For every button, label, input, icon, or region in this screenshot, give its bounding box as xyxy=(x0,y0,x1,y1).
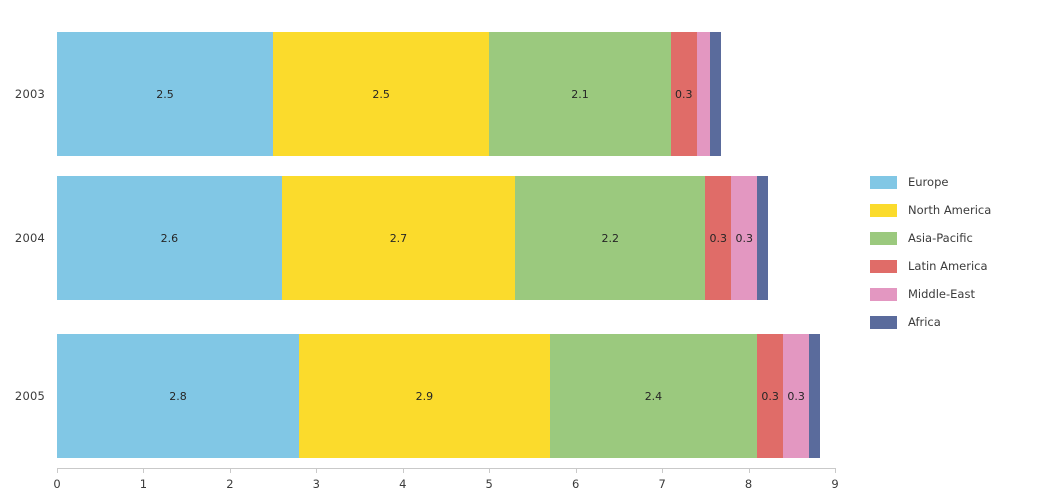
legend-item[interactable]: Asia-Pacific xyxy=(870,224,1050,252)
axis-tick-label: 3 xyxy=(312,477,320,491)
axis-tick xyxy=(748,468,750,473)
stacked-bar-chart: 2003 2.5 2.5 2.1 0.3 2004 2.6 2.7 2.2 0.3 0.3 2005 2… xyxy=(0,0,1056,500)
bar-segment[interactable] xyxy=(757,176,769,300)
bar-value-label: 2.7 xyxy=(389,231,408,245)
axis-tick-label: 0 xyxy=(53,477,61,491)
legend-label: Latin America xyxy=(908,259,988,273)
category-label: 2004 xyxy=(14,231,45,245)
bar-value-label: 2.9 xyxy=(415,389,434,403)
bar-segment[interactable]: 2.5 xyxy=(57,32,274,156)
bar-segment[interactable] xyxy=(709,32,721,156)
bar-segment[interactable]: 0.3 xyxy=(783,334,810,458)
bar-segment[interactable]: 0.3 xyxy=(731,176,758,300)
legend-label: Asia-Pacific xyxy=(908,231,973,245)
legend-item[interactable]: North America xyxy=(870,196,1050,224)
axis-tick xyxy=(143,468,145,473)
legend-label: Middle-East xyxy=(908,287,975,301)
bar-stack: 2.8 2.9 2.4 0.3 0.3 xyxy=(57,334,860,458)
axis-tick-label: 1 xyxy=(139,477,148,491)
axis-tick xyxy=(402,468,404,473)
bar-row: 2003 2.5 2.5 2.1 0.3 xyxy=(0,32,860,156)
x-axis: 0 1 2 3 4 5 6 7 8 9 xyxy=(0,468,860,500)
legend-item[interactable]: Africa xyxy=(870,308,1050,336)
axis-tick xyxy=(316,468,318,473)
bar-value-label: 2.6 xyxy=(160,231,179,245)
axis-tick-label: 2 xyxy=(226,477,234,491)
axis-tick xyxy=(662,468,664,473)
bar-value-label: 2.1 xyxy=(571,87,589,101)
bar-stack: 2.5 2.5 2.1 0.3 xyxy=(57,32,860,156)
legend-swatch-icon xyxy=(870,287,897,301)
bar-value-label: 0.3 xyxy=(787,389,805,403)
axis-tick-label: 7 xyxy=(658,477,666,491)
legend-item[interactable]: Europe xyxy=(870,168,1050,196)
bar-value-label: 0.3 xyxy=(761,389,779,403)
bar-value-label: 0.3 xyxy=(674,87,693,101)
bar-stack: 2.6 2.7 2.2 0.3 0.3 xyxy=(57,176,860,300)
axis-tick xyxy=(229,468,231,473)
chart-legend: Europe North America Asia-Pacific Latin Ame… xyxy=(870,168,1050,336)
axis-tick xyxy=(835,468,836,473)
bar-value-label: 2.5 xyxy=(372,87,390,101)
bar-segment[interactable]: 2.4 xyxy=(549,334,758,458)
legend-swatch-icon xyxy=(870,231,897,245)
axis-tick-label: 9 xyxy=(831,477,839,491)
category-label: 2005 xyxy=(14,389,45,403)
legend-label: Africa xyxy=(908,315,941,329)
bar-segment[interactable]: 2.5 xyxy=(273,32,490,156)
legend-swatch-icon xyxy=(870,315,897,329)
bar-segment[interactable]: 2.8 xyxy=(57,334,300,458)
axis-tick-label: 5 xyxy=(485,477,493,491)
bar-value-label: 0.3 xyxy=(735,231,753,245)
axis-tick-label: 4 xyxy=(399,477,407,491)
bar-value-label: 0.3 xyxy=(709,231,728,245)
legend-swatch-icon xyxy=(870,203,897,217)
axis-tick xyxy=(57,468,58,473)
legend-item[interactable]: Middle-East xyxy=(870,280,1050,308)
bar-row: 2005 2.8 2.9 2.4 0.3 0.3 xyxy=(0,334,860,458)
axis-tick-label: 8 xyxy=(744,477,753,491)
bar-segment[interactable]: 2.1 xyxy=(489,32,671,156)
bar-segment[interactable]: 2.2 xyxy=(515,176,706,300)
bar-segment[interactable]: 2.9 xyxy=(299,334,550,458)
category-label: 2003 xyxy=(14,87,45,101)
bar-segment[interactable]: 2.6 xyxy=(57,176,282,300)
legend-swatch-icon xyxy=(870,175,897,189)
bar-segment[interactable]: 0.3 xyxy=(670,32,697,156)
axis-tick xyxy=(489,468,491,473)
bar-value-label: 2.4 xyxy=(644,389,663,403)
legend-swatch-icon xyxy=(870,259,897,273)
axis-tick-label: 6 xyxy=(571,477,580,491)
bar-row: 2004 2.6 2.7 2.2 0.3 0.3 xyxy=(0,176,860,300)
bar-segment[interactable] xyxy=(809,334,821,458)
bar-value-label: 2.8 xyxy=(169,389,187,403)
bar-value-label: 2.5 xyxy=(156,87,174,101)
legend-item[interactable]: Latin America xyxy=(870,252,1050,280)
legend-label: North America xyxy=(908,203,992,217)
bar-segment[interactable]: 0.3 xyxy=(757,334,784,458)
bar-segment[interactable]: 2.7 xyxy=(281,176,516,300)
axis-tick xyxy=(575,468,577,473)
axis-line xyxy=(57,468,835,469)
bar-segment[interactable]: 0.3 xyxy=(705,176,732,300)
bar-value-label: 2.2 xyxy=(601,231,619,245)
plot-area: 2003 2.5 2.5 2.1 0.3 2004 2.6 2.7 2.2 0.3 0.3 2005 2… xyxy=(0,0,860,500)
bar-segment[interactable] xyxy=(696,32,710,156)
legend-label: Europe xyxy=(908,175,949,189)
